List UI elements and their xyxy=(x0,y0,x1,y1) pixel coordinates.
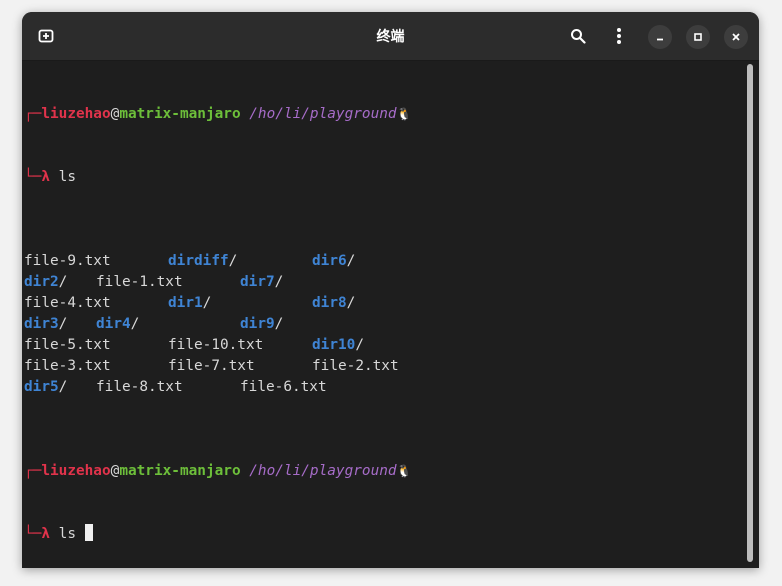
command-line: └─λ ls xyxy=(24,167,744,188)
ls-row: dir3/dir4/dir9/ xyxy=(24,314,744,335)
terminal-window: 终端 ┌─liuzehao@matrix-manjaro /ho/li/play… xyxy=(22,12,759,568)
command-text: ls xyxy=(50,526,76,542)
directory-name: dir10 xyxy=(312,337,356,353)
directory-name: dir5 xyxy=(24,379,59,395)
ls-row: file-4.txt dir1/dir8/ xyxy=(24,293,744,314)
prompt-corner-bottom: └─ xyxy=(24,169,42,185)
menu-button[interactable] xyxy=(607,24,631,48)
terminal-output[interactable]: ┌─liuzehao@matrix-manjaro /ho/li/playgro… xyxy=(24,62,744,562)
ls-row: dir2/file-1.txt dir7/ xyxy=(24,272,744,293)
directory-slash: / xyxy=(202,295,212,311)
close-icon xyxy=(732,33,740,41)
search-icon xyxy=(571,29,586,44)
text-cursor xyxy=(84,524,93,541)
directory-entry: dir4/ xyxy=(96,314,240,335)
prompt-host: matrix-manjaro xyxy=(119,106,241,122)
prompt-host: matrix-manjaro xyxy=(119,463,241,479)
directory-entry: dirdiff/ xyxy=(168,251,312,272)
file-entry: file-1.txt xyxy=(96,274,183,290)
prompt-corner-bottom: └─ xyxy=(24,526,42,542)
directory-entry: dir9/ xyxy=(240,316,283,332)
prompt-at: @ xyxy=(110,106,120,122)
prompt-at: @ xyxy=(110,463,120,479)
directory-entry: dir2/ xyxy=(24,272,96,293)
maximize-button[interactable] xyxy=(686,25,710,49)
directory-slash: / xyxy=(355,337,364,353)
file-entry: file-10.txt xyxy=(168,337,264,353)
close-button[interactable] xyxy=(724,25,748,49)
ls-row: file-3.txt file-7.txt file-2.txt xyxy=(24,356,744,377)
directory-slash: / xyxy=(228,253,238,269)
file-entry: file-9.txt xyxy=(24,253,111,269)
directory-name: dir7 xyxy=(240,274,275,290)
minimize-button[interactable] xyxy=(648,25,672,49)
directory-slash: / xyxy=(274,274,284,290)
directory-entry: dir8/ xyxy=(312,295,355,311)
directory-entry: dir1/ xyxy=(168,293,312,314)
command-text: ls xyxy=(50,169,76,185)
prompt-user: liuzehao xyxy=(41,106,111,122)
directory-slash: / xyxy=(58,379,68,395)
directory-slash: / xyxy=(274,316,284,332)
directory-slash: / xyxy=(346,253,356,269)
ls-row: dir5/file-8.txt file-6.txt xyxy=(24,377,744,398)
directory-name: dir4 xyxy=(96,316,131,332)
directory-slash: / xyxy=(58,316,68,332)
directory-name: dirdiff xyxy=(168,253,229,269)
file-entry: file-2.txt xyxy=(312,358,399,374)
directory-name: dir3 xyxy=(24,316,59,332)
search-button[interactable] xyxy=(566,24,590,48)
prompt-corner-top: ┌─ xyxy=(24,106,42,122)
directory-entry: dir5/ xyxy=(24,377,96,398)
directory-entry: dir10/ xyxy=(312,337,364,353)
penguin-icon: 🐧 xyxy=(396,107,412,121)
directory-slash: / xyxy=(58,274,68,290)
prompt-path: /ho/li/playground xyxy=(240,463,397,479)
prompt-lambda: λ xyxy=(41,169,50,185)
directory-entry: dir6/ xyxy=(312,253,355,269)
prompt-line: ┌─liuzehao@matrix-manjaro /ho/li/playgro… xyxy=(24,104,744,125)
file-entry: file-5.txt xyxy=(24,337,111,353)
title-bar: 终端 xyxy=(22,12,759,61)
prompt-corner-top: ┌─ xyxy=(24,463,42,479)
file-entry: file-3.txt xyxy=(24,358,111,374)
prompt-lambda: λ xyxy=(41,526,50,542)
ls-row: file-5.txt file-10.txt dir10/ xyxy=(24,335,744,356)
kebab-menu-icon xyxy=(617,28,621,44)
directory-entry: dir7/ xyxy=(240,274,283,290)
minimize-icon xyxy=(657,38,663,41)
file-entry: file-7.txt xyxy=(168,358,255,374)
directory-name: dir6 xyxy=(312,253,347,269)
penguin-icon: 🐧 xyxy=(396,464,412,478)
prompt-user: liuzehao xyxy=(41,463,111,479)
command-line: └─λ ls xyxy=(24,524,744,545)
ls-output: file-9.txt dirdiff/dir6/dir2/file-1.txt di… xyxy=(24,251,744,398)
file-entry: file-8.txt xyxy=(96,379,183,395)
directory-slash: / xyxy=(346,295,356,311)
ls-row: file-9.txt dirdiff/dir6/ xyxy=(24,251,744,272)
directory-slash: / xyxy=(130,316,140,332)
directory-name: dir2 xyxy=(24,274,59,290)
prompt-line: ┌─liuzehao@matrix-manjaro /ho/li/playgro… xyxy=(24,461,744,482)
maximize-icon xyxy=(694,33,702,41)
prompt-path: /ho/li/playground xyxy=(240,106,397,122)
file-entry: file-6.txt xyxy=(240,379,327,395)
directory-name: dir8 xyxy=(312,295,347,311)
directory-name: dir1 xyxy=(168,295,203,311)
directory-entry: dir3/ xyxy=(24,314,96,335)
directory-name: dir9 xyxy=(240,316,275,332)
file-entry: file-4.txt xyxy=(24,295,111,311)
scrollbar[interactable] xyxy=(747,64,753,562)
